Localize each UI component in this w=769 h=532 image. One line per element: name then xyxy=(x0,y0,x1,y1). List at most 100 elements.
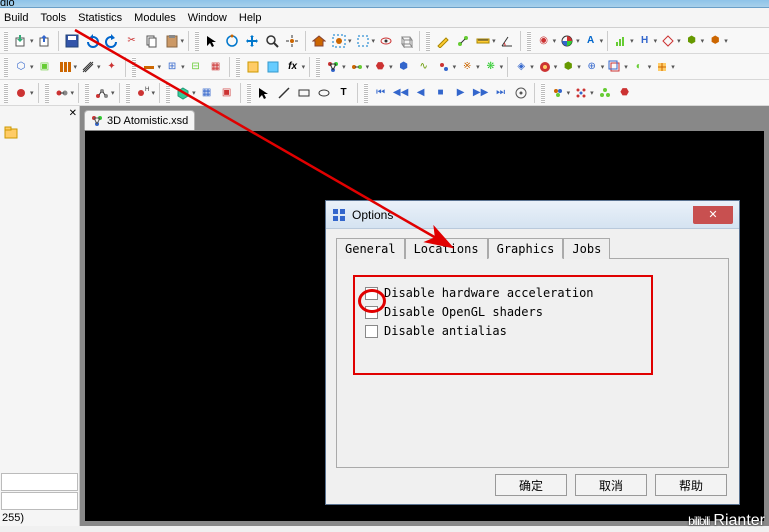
paste-icon[interactable] xyxy=(163,32,181,50)
cluster3-icon[interactable] xyxy=(596,84,614,102)
tb2-icon[interactable] xyxy=(79,58,97,76)
mol2-icon[interactable] xyxy=(348,58,366,76)
spin-icon[interactable] xyxy=(377,32,395,50)
tb2-icon[interactable]: ⊟ xyxy=(187,58,205,76)
toolbar-grip[interactable] xyxy=(316,57,320,77)
fx-icon[interactable]: fx xyxy=(284,58,302,76)
mol12-icon[interactable]: ⊕ xyxy=(583,58,601,76)
project-tree-item[interactable] xyxy=(4,126,18,143)
toolbar-grip[interactable] xyxy=(126,83,130,103)
export-icon[interactable] xyxy=(36,32,54,50)
bond-icon[interactable] xyxy=(454,32,472,50)
atom-red-icon[interactable] xyxy=(12,84,30,102)
document-tab[interactable]: 3D Atomistic.xsd xyxy=(84,110,195,130)
zoom-icon[interactable] xyxy=(263,32,281,50)
cluster-icon[interactable] xyxy=(549,84,567,102)
prop-icon[interactable]: ⬢ xyxy=(683,32,701,50)
side-box[interactable] xyxy=(1,492,78,510)
toolbar-grip[interactable] xyxy=(364,83,368,103)
toolbar-grip[interactable] xyxy=(4,83,8,103)
mol15-icon[interactable] xyxy=(653,58,671,76)
hbond-icon[interactable]: H xyxy=(636,32,654,50)
toolbar-grip[interactable] xyxy=(132,57,136,77)
pan-icon[interactable] xyxy=(243,32,261,50)
play-fwd-icon[interactable]: ▶ xyxy=(452,84,470,102)
analysis-icon[interactable] xyxy=(612,32,630,50)
toolbar-grip[interactable] xyxy=(195,31,199,51)
draw-icon[interactable] xyxy=(434,32,452,50)
pointer2-icon[interactable] xyxy=(255,84,273,102)
tb2-icon[interactable] xyxy=(244,58,262,76)
toolbar-grip[interactable] xyxy=(4,31,8,51)
menu-modules[interactable]: Modules xyxy=(134,12,176,24)
toolbar-grip[interactable] xyxy=(426,31,430,51)
tab-locations[interactable]: Locations xyxy=(405,238,488,259)
mol6-icon[interactable] xyxy=(435,58,453,76)
line-icon[interactable] xyxy=(275,84,293,102)
prop2-icon[interactable]: ⬢ xyxy=(706,32,724,50)
help-button[interactable]: 帮助 xyxy=(655,474,727,496)
tb2-icon[interactable] xyxy=(140,58,158,76)
toolbar-grip[interactable] xyxy=(85,83,89,103)
redo-icon[interactable] xyxy=(103,32,121,50)
measure-icon[interactable] xyxy=(474,32,492,50)
toolbar-grip[interactable] xyxy=(4,57,8,77)
toolbar-grip[interactable] xyxy=(236,57,240,77)
play-back-icon[interactable]: ◀ xyxy=(412,84,430,102)
tb2-icon[interactable]: ✦ xyxy=(103,58,121,76)
play-stop-icon[interactable]: ■ xyxy=(432,84,450,102)
mol3-icon[interactable]: ⬣ xyxy=(371,58,389,76)
dialog-titlebar[interactable]: Options ✕ xyxy=(326,201,739,229)
mol9-icon[interactable]: ◈ xyxy=(512,58,530,76)
text-icon[interactable]: T xyxy=(335,84,353,102)
home-icon[interactable] xyxy=(310,32,328,50)
dialog-close-button[interactable]: ✕ xyxy=(693,206,733,224)
cut-icon[interactable]: ✂ xyxy=(123,32,141,50)
fit-icon[interactable] xyxy=(330,32,348,50)
toolbar-grip[interactable] xyxy=(166,83,170,103)
rotate-icon[interactable] xyxy=(223,32,241,50)
h-atom-icon[interactable]: H xyxy=(134,84,152,102)
toolbar-grip[interactable] xyxy=(247,83,251,103)
tb2-icon[interactable]: ⊞ xyxy=(163,58,181,76)
menu-help[interactable]: Help xyxy=(239,12,262,24)
mol14-icon[interactable]: ◐ xyxy=(630,58,648,76)
undo-icon[interactable] xyxy=(83,32,101,50)
save-icon[interactable] xyxy=(63,32,81,50)
mol-icon[interactable] xyxy=(324,58,342,76)
checkbox-disable-shaders[interactable] xyxy=(365,306,378,319)
play-opts-icon[interactable] xyxy=(512,84,530,102)
tb2-icon[interactable] xyxy=(56,58,74,76)
atom-chain-icon[interactable] xyxy=(93,84,111,102)
angle-icon[interactable] xyxy=(498,32,516,50)
cluster4-icon[interactable]: ⬣ xyxy=(616,84,634,102)
play-prev-icon[interactable]: ◀◀ xyxy=(392,84,410,102)
tb3-icon[interactable]: ▦ xyxy=(198,84,216,102)
wireframe-icon[interactable] xyxy=(397,32,415,50)
checkbox-disable-hw-accel[interactable] xyxy=(365,287,378,300)
play-first-icon[interactable]: ⏮ xyxy=(372,84,390,102)
mol10-icon[interactable] xyxy=(536,58,554,76)
menu-tools[interactable]: Tools xyxy=(40,12,66,24)
play-next-icon[interactable]: ▶▶ xyxy=(472,84,490,102)
panel-close-icon[interactable]: ✕ xyxy=(69,108,77,119)
menu-statistics[interactable]: Statistics xyxy=(78,12,122,24)
tb2-icon[interactable]: ⬡ xyxy=(12,58,30,76)
atom-pair-icon[interactable] xyxy=(53,84,71,102)
ellipse-icon[interactable] xyxy=(315,84,333,102)
pointer-icon[interactable] xyxy=(203,32,221,50)
poly-icon[interactable] xyxy=(174,84,192,102)
tab-jobs[interactable]: Jobs xyxy=(563,238,610,259)
center-icon[interactable] xyxy=(283,32,301,50)
tb2-icon[interactable]: ▦ xyxy=(207,58,225,76)
tb3-icon[interactable]: ▣ xyxy=(218,84,236,102)
tab-general[interactable]: General xyxy=(336,238,405,259)
cluster2-icon[interactable] xyxy=(572,84,590,102)
play-last-icon[interactable]: ⏭ xyxy=(492,84,510,102)
toolbar-grip[interactable] xyxy=(45,83,49,103)
box-select-icon[interactable] xyxy=(354,32,372,50)
style-icon[interactable]: ◉ xyxy=(535,32,553,50)
toolbar-grip[interactable] xyxy=(541,83,545,103)
tb2-icon[interactable]: ▣ xyxy=(36,58,54,76)
label-icon[interactable]: A xyxy=(582,32,600,50)
